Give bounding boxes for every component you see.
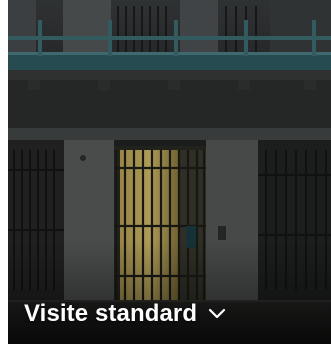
visit-card-title: Visite standard xyxy=(24,300,198,327)
chevron-down-icon[interactable] xyxy=(207,304,227,324)
visit-card[interactable]: Visite standard xyxy=(8,0,331,344)
prison-cell-block-photo xyxy=(8,0,331,344)
visit-type-toggle[interactable]: Visite standard xyxy=(24,294,227,334)
